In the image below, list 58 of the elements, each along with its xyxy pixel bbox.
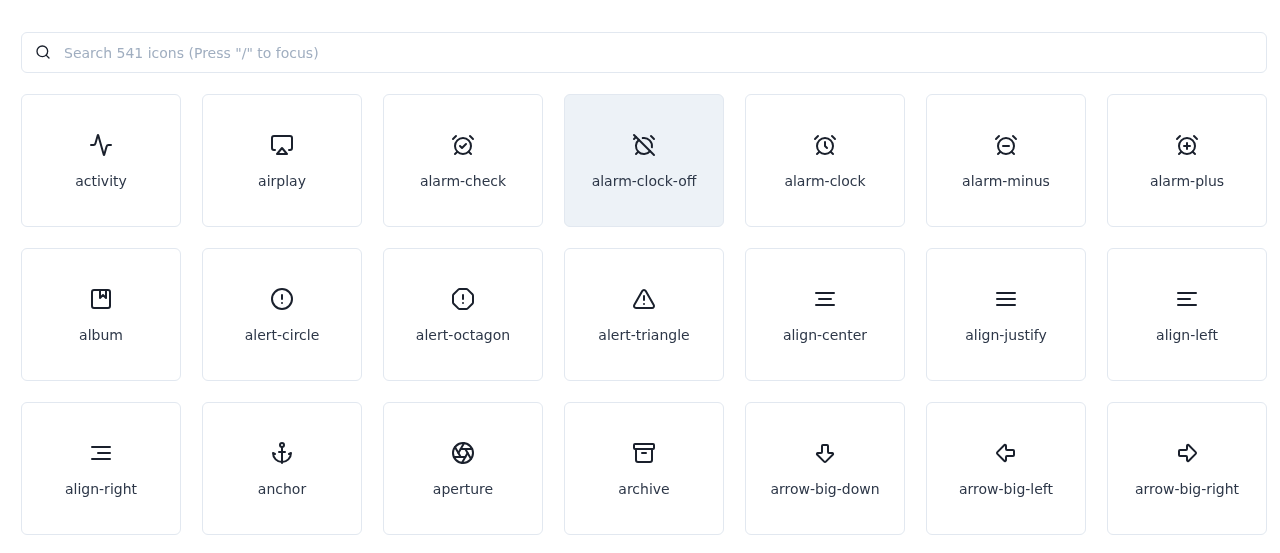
icon-tile[interactable]: album (21, 248, 181, 381)
icon-label: align-center (782, 326, 868, 343)
alert-octagon-icon (451, 286, 475, 311)
archive-icon (632, 440, 656, 465)
icon-label: alarm-minus (962, 172, 1050, 189)
album-icon (89, 286, 113, 311)
icon-label: arrow-big-right (1134, 480, 1240, 497)
icon-label: album (79, 326, 123, 343)
icon-tile[interactable]: align-right (21, 402, 181, 535)
icon-tile[interactable]: alarm-minus (926, 94, 1086, 227)
icon-label: alert-triangle (598, 326, 690, 343)
icon-tile[interactable]: arrow-big-right (1107, 402, 1267, 535)
icon-label: align-justify (965, 326, 1047, 343)
icon-label: alert-circle (244, 326, 320, 343)
icon-tile[interactable]: alert-triangle (564, 248, 724, 381)
icon-tile[interactable]: alert-circle (202, 248, 362, 381)
icon-tile[interactable]: anchor (202, 402, 362, 535)
icon-label: anchor (257, 480, 307, 497)
icon-tile[interactable]: activity (21, 94, 181, 227)
anchor-icon (270, 440, 294, 465)
icon-label: airplay (258, 172, 306, 189)
icon-label: alarm-check (419, 172, 507, 189)
icon-label: alarm-clock (784, 172, 866, 189)
icon-tile[interactable]: arrow-big-down (745, 402, 905, 535)
icon-label: align-left (1156, 326, 1218, 343)
screen-cast-icon (270, 132, 294, 157)
icon-label: arrow-big-down (770, 480, 880, 497)
warning-triangle-icon (632, 286, 656, 311)
icon-tile[interactable]: archive (564, 402, 724, 535)
icon-tile[interactable]: align-center (745, 248, 905, 381)
icon-label: aperture (432, 480, 494, 497)
icon-label: alarm-plus (1149, 172, 1225, 189)
alarm-clock-plus-icon (1175, 132, 1199, 157)
icon-tile[interactable]: alarm-clock (745, 94, 905, 227)
alarm-clock-off-icon (632, 132, 656, 157)
icon-tile[interactable]: alarm-clock-off (564, 94, 724, 227)
alert-circle-icon (270, 286, 294, 311)
pulse-line-icon (89, 132, 113, 157)
icon-tile[interactable]: arrow-big-left (926, 402, 1086, 535)
icon-label: activity (75, 172, 127, 189)
alarm-clock-check-icon (451, 132, 475, 157)
icon-label: archive (618, 480, 670, 497)
icon-tile[interactable]: align-left (1107, 248, 1267, 381)
alarm-clock-minus-icon (994, 132, 1018, 157)
aperture-icon (451, 440, 475, 465)
search-icon (35, 44, 51, 60)
icon-tile[interactable]: airplay (202, 94, 362, 227)
icon-label: align-right (64, 480, 138, 497)
icon-tile[interactable]: alarm-plus (1107, 94, 1267, 227)
icon-label: arrow-big-left (959, 480, 1053, 497)
icon-tile[interactable]: aperture (383, 402, 543, 535)
icon-tile[interactable]: alarm-check (383, 94, 543, 227)
icon-tile[interactable]: alert-octagon (383, 248, 543, 381)
icon-label: alert-octagon (415, 326, 511, 343)
icon-tile[interactable]: align-justify (926, 248, 1086, 381)
icon-label: alarm-clock-off (591, 172, 697, 189)
search-field[interactable]: Search 541 icons (Press "/" to focus) (21, 32, 1267, 73)
alarm-clock-icon (813, 132, 837, 157)
